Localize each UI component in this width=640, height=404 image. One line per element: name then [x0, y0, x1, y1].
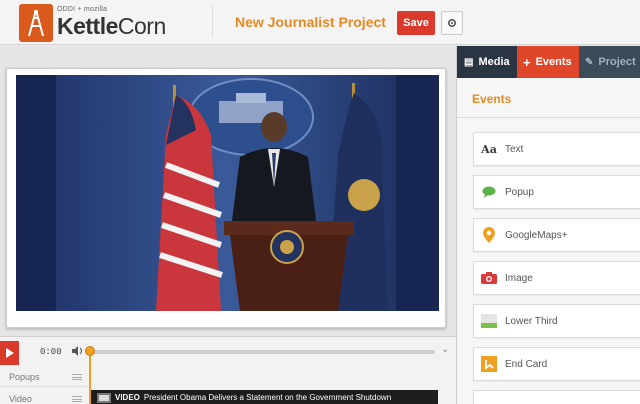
end-card-icon — [474, 356, 504, 372]
event-label: Popup — [505, 186, 534, 198]
plus-icon: + — [523, 54, 531, 70]
track-label: Popups — [9, 372, 40, 382]
clip-title: President Obama Delivers a Statement on … — [143, 393, 392, 402]
pencil-icon: ✎ — [585, 56, 594, 68]
brand-name: KettleCorn — [57, 13, 166, 40]
play-icon — [6, 348, 14, 358]
divider — [457, 117, 640, 118]
event-item-partial[interactable] — [473, 390, 640, 404]
event-label: Text — [505, 143, 524, 155]
event-item-lower-third[interactable]: Lower Third — [473, 304, 640, 338]
tab-events[interactable]: + Events — [517, 46, 579, 78]
event-item-text[interactable]: Aa Text — [473, 132, 640, 166]
brand-name-kettle: Kettle — [57, 13, 118, 39]
playhead-handle[interactable] — [85, 346, 95, 356]
app-header: ODDI + mozilla KettleCorn New Journalist… — [0, 0, 640, 45]
video-stage — [0, 46, 456, 336]
timeline: 0:00 ⌄ Popups Video VIDEO President Obama… — [0, 336, 456, 404]
project-title[interactable]: New Journalist Project — [235, 14, 386, 30]
settings-gear-button[interactable] — [441, 11, 463, 35]
event-label: Lower Third — [505, 315, 558, 327]
track-row-video: Video — [0, 389, 88, 404]
gear-icon — [447, 18, 457, 28]
header-divider — [212, 6, 213, 38]
tab-label: Media — [478, 56, 510, 68]
video-clip[interactable]: VIDEO President Obama Delivers a Statemen… — [91, 390, 438, 404]
lower-third-icon — [474, 314, 504, 328]
drag-handle-icon[interactable] — [72, 374, 82, 380]
tab-label: Events — [535, 56, 572, 68]
media-icon: ▤ — [464, 56, 474, 68]
brand-name-corn: Corn — [117, 13, 166, 39]
play-button[interactable] — [0, 341, 19, 365]
drag-handle-icon[interactable] — [72, 396, 82, 402]
kettlecorn-logo-icon — [19, 4, 53, 42]
clip-type-tag: VIDEO — [115, 393, 140, 402]
event-label: Image — [505, 272, 533, 284]
tab-project[interactable]: ✎ Project — [579, 46, 640, 78]
text-icon: Aa — [481, 142, 497, 156]
track-row-popups: Popups — [0, 367, 88, 387]
save-button[interactable]: Save — [397, 11, 435, 35]
video-frame — [6, 68, 446, 328]
track-label: Video — [9, 394, 32, 404]
event-item-googlemaps[interactable]: GoogleMaps+ — [473, 218, 640, 252]
film-icon — [97, 392, 111, 403]
event-label: End Card — [505, 358, 548, 370]
event-item-image[interactable]: Image — [473, 261, 640, 295]
event-label: GoogleMaps+ — [505, 229, 568, 241]
panel-tabs: ▤ Media + Events ✎ Project — [457, 46, 640, 78]
event-item-popup[interactable]: Popup — [473, 175, 640, 209]
tab-label: Project — [598, 56, 636, 68]
events-heading: Events — [472, 92, 512, 106]
camera-icon — [474, 272, 504, 284]
time-display: 0:00 — [40, 347, 62, 357]
event-item-end-card[interactable]: End Card — [473, 347, 640, 381]
chevron-down-icon[interactable]: ⌄ — [441, 344, 449, 355]
right-panel: ▤ Media + Events ✎ Project Events Aa Tex… — [456, 46, 640, 404]
scrubber-track[interactable] — [87, 350, 435, 354]
map-pin-icon — [474, 227, 504, 243]
speech-bubble-icon — [474, 186, 504, 198]
volume-icon[interactable] — [72, 346, 84, 356]
tab-media[interactable]: ▤ Media — [457, 46, 517, 78]
video-player[interactable] — [16, 75, 439, 311]
brand-subtitle: ODDI + mozilla — [57, 6, 108, 13]
